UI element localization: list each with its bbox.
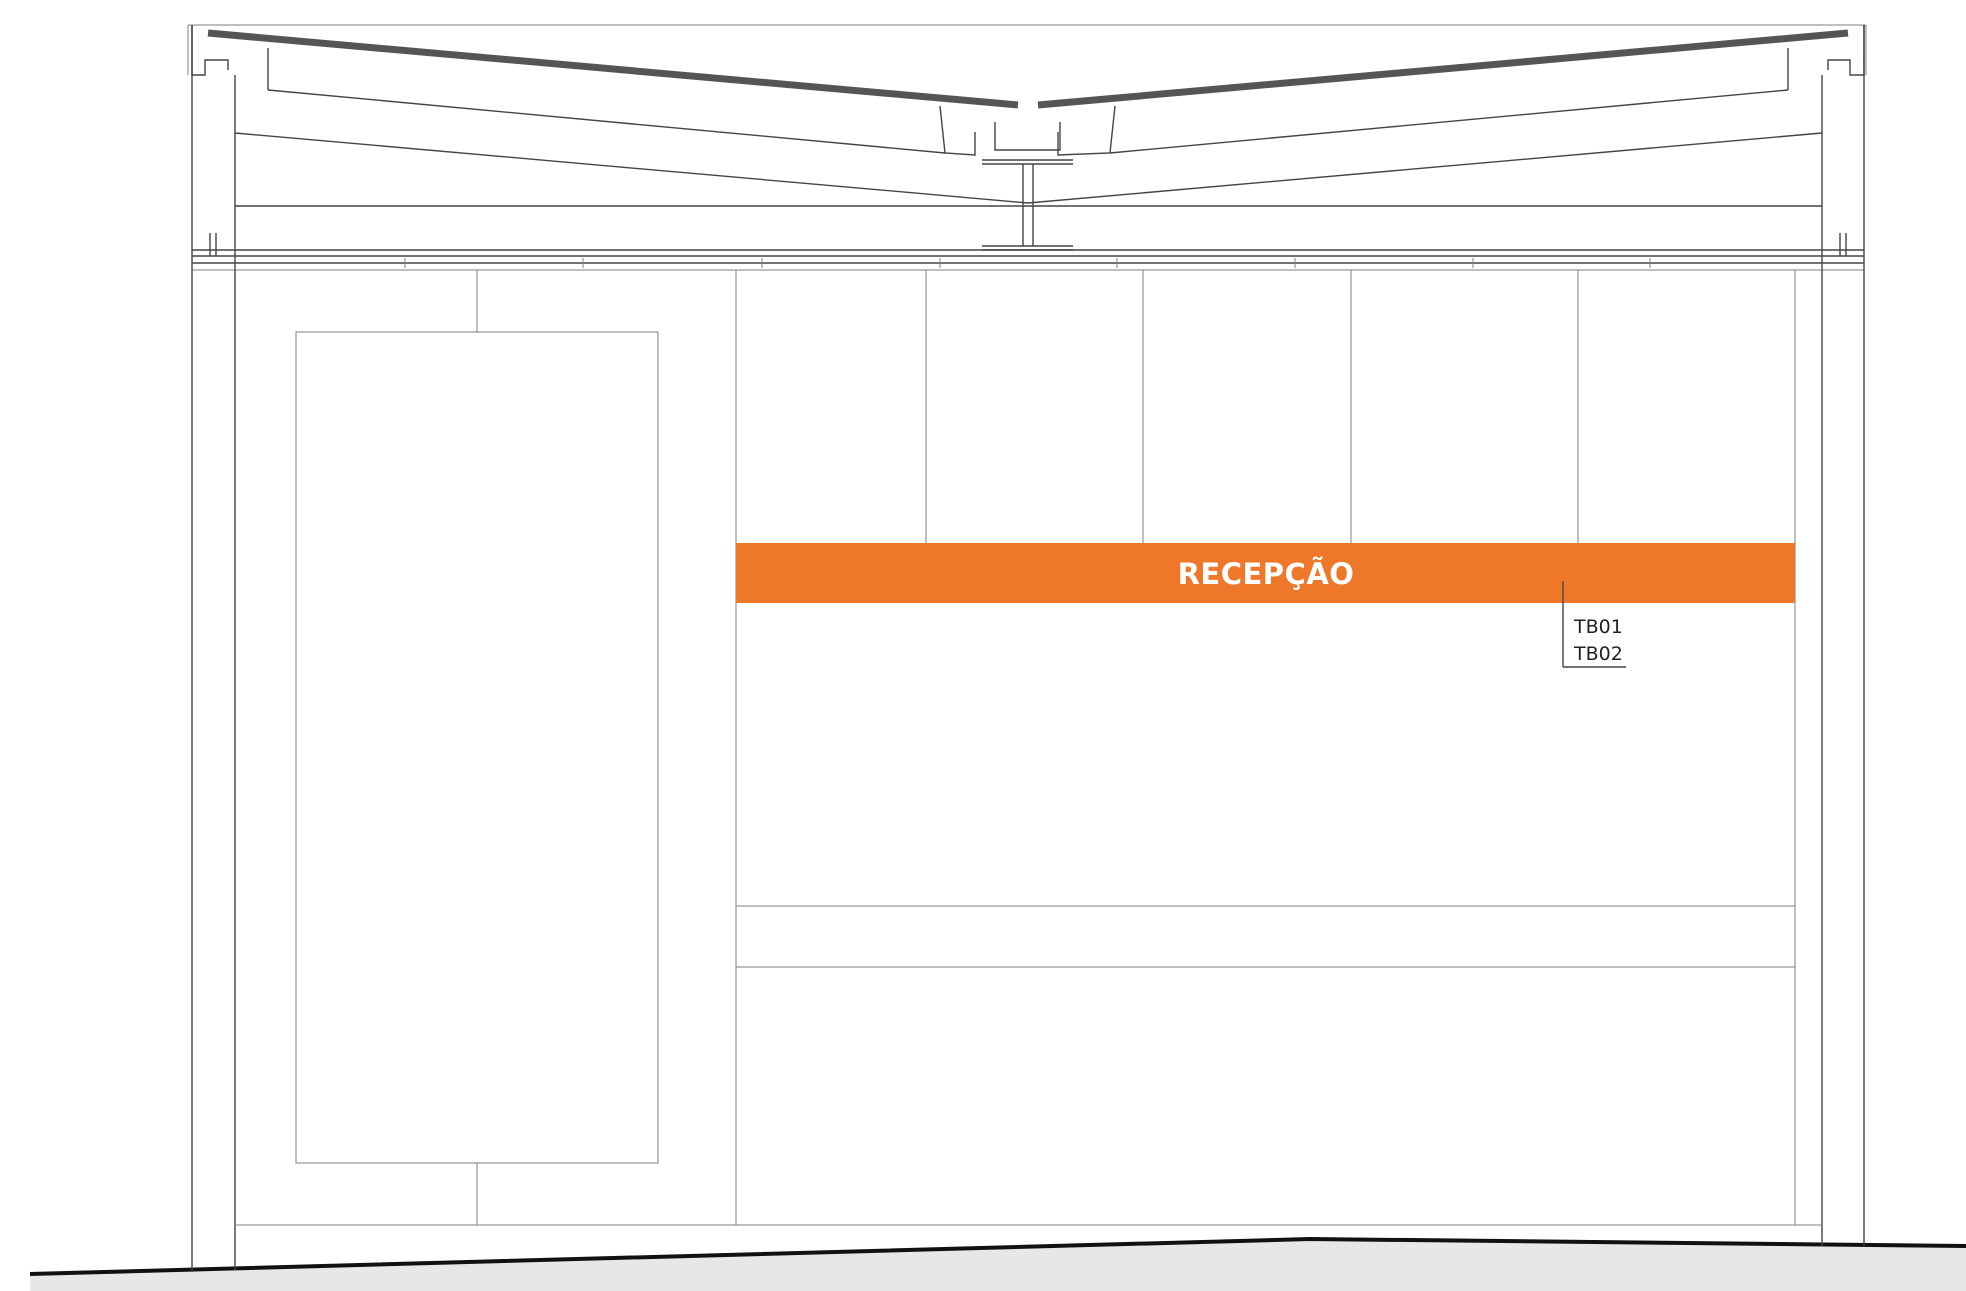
annotation-code-1: TB01: [1573, 616, 1623, 638]
wall-panels: [235, 270, 1822, 1226]
elevation-drawing: RECEPÇÃO TB01 TB02: [0, 0, 1966, 1291]
reception-label: RECEPÇÃO: [1178, 557, 1355, 591]
annotation-code-2: TB02: [1573, 643, 1623, 665]
roof-structure: [187, 24, 1867, 271]
